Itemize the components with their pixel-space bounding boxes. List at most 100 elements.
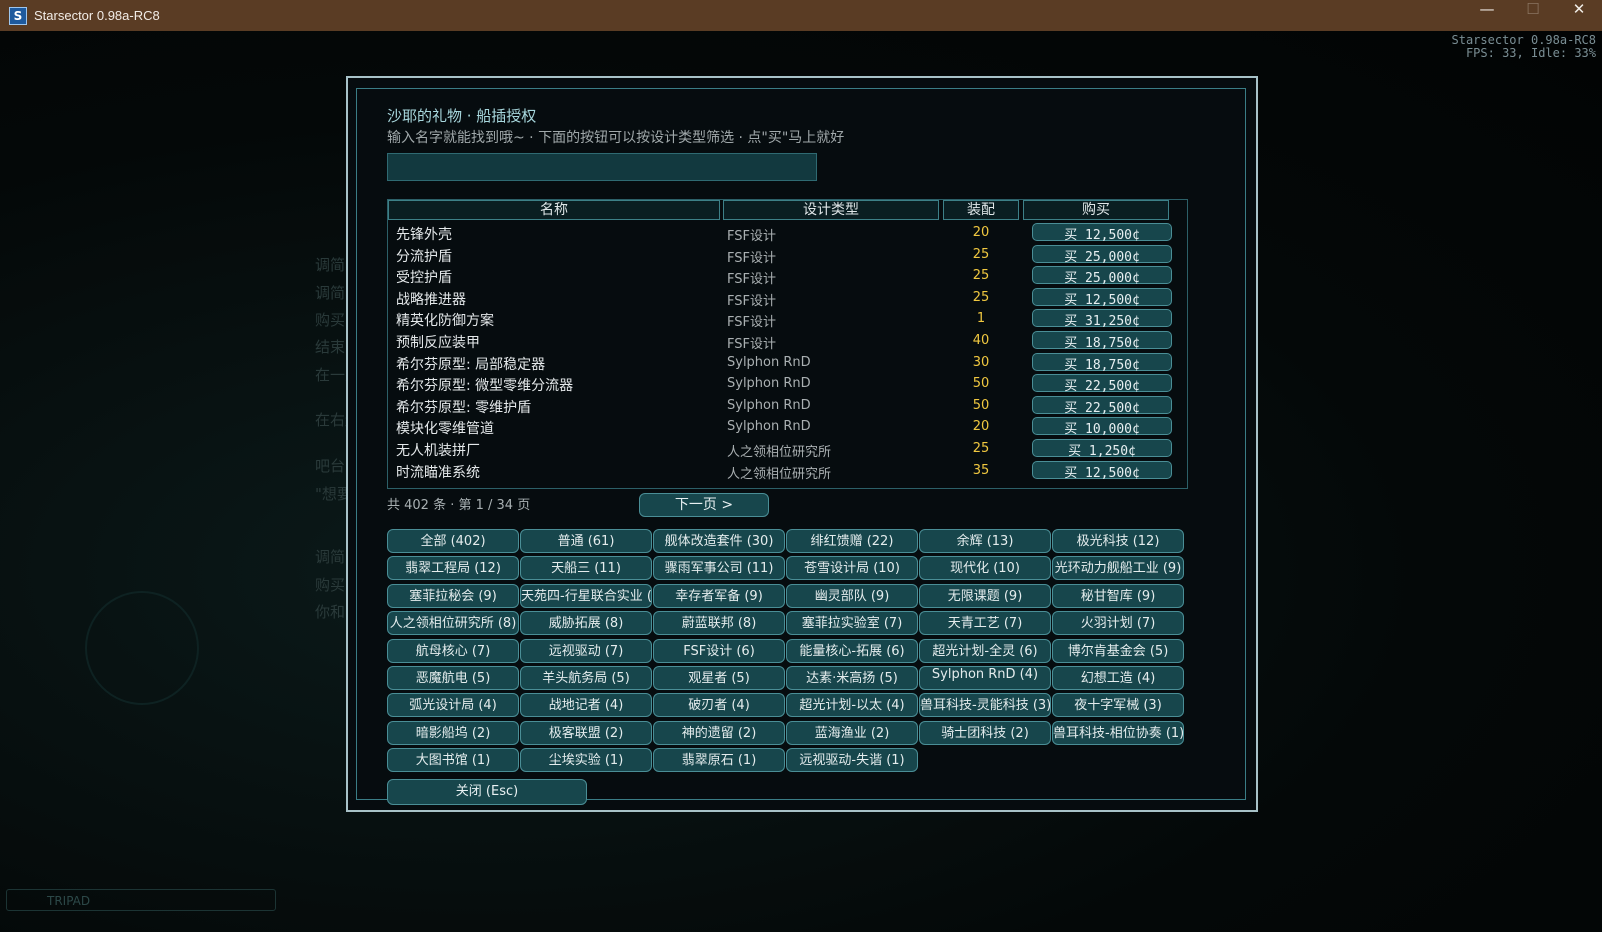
filter-chip[interactable]: 兽耳科技-灵能科技 (3) <box>919 693 1051 718</box>
column-header-op: 装配 <box>943 200 1019 220</box>
filter-chip[interactable]: 光环动力舰船工业 (9) <box>1052 556 1184 581</box>
filter-chip[interactable]: 塞菲拉实验室 (7) <box>786 611 918 636</box>
filter-chip[interactable]: 舰体改造套件 (30) <box>653 529 785 553</box>
window-titlebar: S Starsector 0.98a-RC8 — ☐ ✕ <box>0 0 1602 31</box>
design-type-filters: 全部 (402) 普通 (61) 舰体改造套件 (30) 绯红馈赠 (22) 余辉 (1… <box>387 529 1197 774</box>
filter-chip[interactable]: 能量核心-拓展 (6) <box>786 638 918 663</box>
design-type: FSF设计 <box>727 337 776 352</box>
bg-text: 吧台 <box>315 457 346 475</box>
filter-chip[interactable]: 超光计划-全灵 (6) <box>919 638 1051 663</box>
filter-chip[interactable]: 秘甘智库 (9) <box>1052 583 1184 608</box>
close-dialog-button[interactable]: 关闭 (Esc) <box>387 779 587 805</box>
table-row: 受控护盾 FSF设计 25 买 25,000¢ <box>388 265 1187 287</box>
bg-text: 购买 <box>315 311 346 329</box>
design-type: FSF设计 <box>727 250 776 266</box>
table-row: 时流瞄准系统 人之领相位研究所 35 买 12,500¢ <box>388 460 1187 482</box>
filter-chip[interactable]: 绯红馈赠 (22) <box>786 529 918 553</box>
filter-chip[interactable]: 天青工艺 (7) <box>919 611 1051 636</box>
filter-chip[interactable]: 羊头航务局 (5) <box>520 666 652 690</box>
filter-chip[interactable]: 大图书馆 (1) <box>387 748 519 773</box>
table-row: 模块化零维管道 Sylphon RnD 20 买 10,000¢ <box>388 416 1187 438</box>
design-type: Sylphon RnD <box>727 376 811 392</box>
blueprint-shop-dialog: 沙耶的礼物 · 船插授权 输入名字就能找到哦~ · 下面的按钮可以按设计类型筛选… <box>346 76 1258 812</box>
filter-chip[interactable]: 普通 (61) <box>520 529 652 553</box>
filter-chip[interactable]: Sylphon RnD (4) <box>919 666 1051 690</box>
filter-chip[interactable]: 超光计划-以太 (4) <box>786 693 918 718</box>
filter-chip[interactable]: 夜十字军械 (3) <box>1052 693 1184 718</box>
page-info: 共 402 条 · 第 1 / 34 页 <box>387 498 531 513</box>
filter-chip[interactable]: 尘埃实验 (1) <box>520 748 652 773</box>
filter-chip[interactable]: 人之领相位研究所 (8) <box>387 611 519 636</box>
next-page-button[interactable]: 下一页 > <box>639 493 769 517</box>
filter-chip[interactable]: 蔚蓝联邦 (8) <box>653 611 785 636</box>
table-row: 希尔芬原型: 微型零维分流器 Sylphon RnD 50 买 22,500¢ <box>388 373 1187 395</box>
filter-chip[interactable]: 翡翠原石 (1) <box>653 748 785 773</box>
op-cost: 25 <box>972 268 990 284</box>
filter-chip[interactable]: 余辉 (13) <box>919 529 1051 553</box>
buy-button[interactable]: 买 12,500¢ <box>1032 287 1172 308</box>
design-type: FSF设计 <box>727 293 776 309</box>
window-title: Starsector 0.98a-RC8 <box>34 8 160 23</box>
filter-chip[interactable]: 暗影船坞 (2) <box>387 720 519 745</box>
filter-chip[interactable]: 全部 (402) <box>387 529 519 553</box>
filter-chip[interactable]: 现代化 (10) <box>919 556 1051 581</box>
filter-chip[interactable]: 弧光设计局 (4) <box>387 693 519 718</box>
filter-chip[interactable]: 幻想工造 (4) <box>1052 666 1184 690</box>
filter-chip[interactable]: 翡翠工程局 (12) <box>387 556 519 581</box>
filter-chip[interactable]: 苍雪设计局 (10) <box>786 556 918 581</box>
table-row: 先锋外壳 FSF设计 20 买 12,500¢ <box>388 222 1187 244</box>
buy-button[interactable]: 买 31,250¢ <box>1032 309 1172 329</box>
filter-chip[interactable]: 火羽计划 (7) <box>1052 611 1184 636</box>
search-input[interactable] <box>387 153 817 181</box>
filter-chip[interactable]: 博尔肯基金会 (5) <box>1052 638 1184 663</box>
bg-text: 购买 <box>315 576 346 594</box>
filter-chip[interactable]: 威胁拓展 (8) <box>520 611 652 636</box>
filter-chip[interactable]: 幸存者军备 (9) <box>653 583 785 608</box>
filter-chip[interactable]: 恶魔航电 (5) <box>387 666 519 690</box>
hullmod-name: 先锋外壳 <box>396 227 452 243</box>
buy-button[interactable]: 买 22,500¢ <box>1032 395 1172 416</box>
filter-chip[interactable]: 远视驱动-失谐 (1) <box>786 748 918 773</box>
buy-button[interactable]: 买 10,000¢ <box>1032 417 1172 437</box>
filter-chip[interactable]: 远视驱动 (7) <box>520 638 652 663</box>
table-row: 希尔芬原型: 零维护盾 Sylphon RnD 50 买 22,500¢ <box>388 395 1187 417</box>
buy-button[interactable]: 买 12,500¢ <box>1032 223 1172 243</box>
buy-button[interactable]: 买 22,500¢ <box>1032 374 1172 394</box>
filter-chip[interactable]: 骑士团科技 (2) <box>919 720 1051 745</box>
minimize-button[interactable]: — <box>1464 0 1510 31</box>
column-header-name: 名称 <box>388 200 720 220</box>
filter-chip[interactable]: FSF设计 (6) <box>653 638 785 663</box>
op-cost: 20 <box>972 225 990 240</box>
tripad-bar: TRIPAD <box>6 889 276 911</box>
dialog-frame: 沙耶的礼物 · 船插授权 输入名字就能找到哦~ · 下面的按钮可以按设计类型筛选… <box>356 88 1246 805</box>
close-window-button[interactable]: ✕ <box>1556 0 1602 31</box>
filter-chip[interactable]: 天苑四-行星联合实业 (9) <box>520 583 652 608</box>
filter-chip[interactable]: 战地记者 (4) <box>520 693 652 718</box>
filter-chip[interactable]: 达素·米高扬 (5) <box>786 666 918 690</box>
buy-button[interactable]: 买 25,000¢ <box>1032 244 1172 265</box>
buy-button[interactable]: 买 1,250¢ <box>1032 439 1172 459</box>
op-cost: 35 <box>972 462 990 478</box>
bg-text: 你和 <box>315 603 346 621</box>
filter-chip[interactable]: 骤雨军事公司 (11) <box>653 556 785 581</box>
filter-chip[interactable]: 航母核心 (7) <box>387 638 519 663</box>
filter-chip[interactable]: 神的遗留 (2) <box>653 720 785 745</box>
buy-button[interactable]: 买 18,750¢ <box>1032 331 1172 351</box>
hullmod-name: 分流护盾 <box>396 248 452 265</box>
filter-chip[interactable]: 极光科技 (12) <box>1052 529 1184 553</box>
filter-chip[interactable]: 幽灵部队 (9) <box>786 583 918 608</box>
filter-chip[interactable]: 无限课题 (9) <box>919 583 1051 608</box>
filter-chip[interactable]: 塞菲拉秘会 (9) <box>387 583 519 608</box>
filter-chip[interactable]: 破刃者 (4) <box>653 693 785 718</box>
hullmod-name: 希尔芬原型: 局部稳定器 <box>396 356 546 373</box>
filter-chip[interactable]: 观星者 (5) <box>653 666 785 690</box>
maximize-button[interactable]: ☐ <box>1510 0 1556 31</box>
filter-chip[interactable]: 兽耳科技-相位协奏 (1) <box>1052 720 1184 745</box>
filter-chip[interactable]: 蓝海渔业 (2) <box>786 720 918 745</box>
buy-button[interactable]: 买 12,500¢ <box>1032 460 1172 481</box>
buy-button[interactable]: 买 18,750¢ <box>1032 352 1172 373</box>
buy-button[interactable]: 买 25,000¢ <box>1032 266 1172 286</box>
design-type: 人之领相位研究所 <box>727 466 832 482</box>
filter-chip[interactable]: 极客联盟 (2) <box>520 720 652 745</box>
filter-chip[interactable]: 天船三 (11) <box>520 556 652 581</box>
